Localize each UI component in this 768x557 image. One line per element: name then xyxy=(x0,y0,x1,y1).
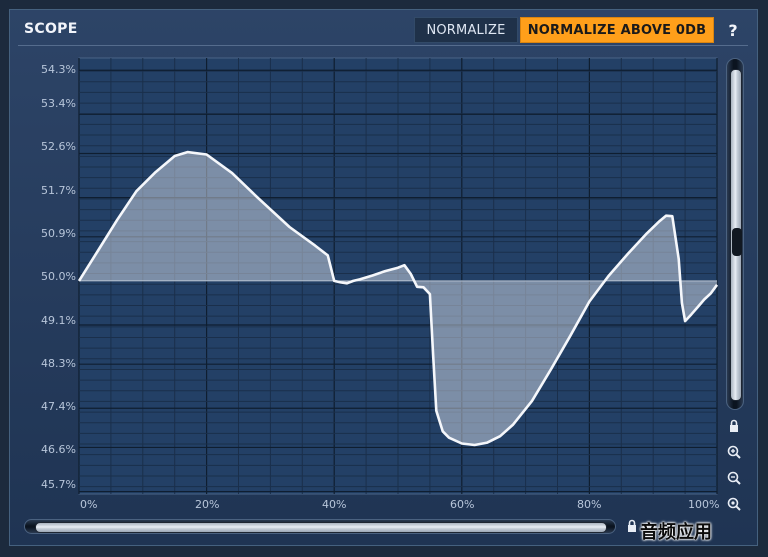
lock-icon[interactable] xyxy=(624,518,640,534)
lock-icon[interactable] xyxy=(726,418,742,434)
zoom-fit-icon[interactable] xyxy=(726,496,742,512)
zoom-in-icon[interactable] xyxy=(726,444,742,460)
horizontal-scroll-thumb[interactable] xyxy=(35,522,607,533)
vertical-scroll-handle[interactable] xyxy=(732,228,742,256)
scope-window: SCOPE NORMALIZE NORMALIZE ABOVE 0DB ? 54… xyxy=(0,0,768,557)
vertical-scroll-thumb[interactable] xyxy=(730,69,742,401)
vertical-scrollbar[interactable] xyxy=(726,58,744,410)
watermark-text: 音频应用 xyxy=(640,522,712,543)
horizontal-scrollbar[interactable] xyxy=(24,519,616,534)
zoom-out-icon[interactable] xyxy=(726,470,742,486)
scope-plot[interactable] xyxy=(0,0,768,557)
